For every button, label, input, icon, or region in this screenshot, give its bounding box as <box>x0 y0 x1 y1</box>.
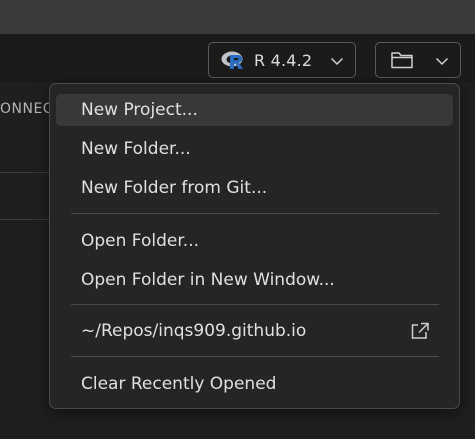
pane-divider <box>0 172 52 173</box>
menu-separator <box>71 213 439 214</box>
menu-item-label: New Folder... <box>81 139 191 159</box>
r-version-selector[interactable]: R 4.4.2 <box>208 42 356 78</box>
window-title-strip <box>0 0 475 34</box>
chevron-down-icon <box>330 57 344 66</box>
menu-item-label: New Project... <box>81 100 198 120</box>
menu-item-label: Open Folder... <box>81 231 199 251</box>
connections-pane-label: ONNEC <box>0 101 52 117</box>
menu-item-open-folder[interactable]: Open Folder... <box>56 225 453 257</box>
menu-separator <box>71 356 439 357</box>
folder-icon <box>391 52 413 69</box>
menu-item-recent-project[interactable]: ~/Repos/inqs909.github.io <box>56 315 453 347</box>
menu-item-open-folder-new-window[interactable]: Open Folder in New Window... <box>56 264 453 296</box>
menu-item-new-folder-from-git[interactable]: New Folder from Git... <box>56 172 453 204</box>
menu-item-clear-recent[interactable]: Clear Recently Opened <box>56 368 453 400</box>
menu-item-label: New Folder from Git... <box>81 178 268 198</box>
project-dropdown-menu: New Project... New Folder... New Folder … <box>49 83 460 409</box>
r-version-label: R 4.4.2 <box>254 51 313 70</box>
project-menu-button[interactable] <box>375 42 461 78</box>
menu-item-label: ~/Repos/inqs909.github.io <box>81 321 307 341</box>
r-logo-icon <box>221 51 243 69</box>
pane-divider <box>0 219 52 220</box>
menu-separator <box>71 304 439 305</box>
chevron-down-icon <box>435 57 449 66</box>
menu-item-new-project[interactable]: New Project... <box>56 94 453 126</box>
open-external-icon[interactable] <box>410 322 430 340</box>
menu-item-label: Clear Recently Opened <box>81 374 277 394</box>
menu-item-new-folder[interactable]: New Folder... <box>56 133 453 165</box>
menu-item-label: Open Folder in New Window... <box>81 270 335 290</box>
